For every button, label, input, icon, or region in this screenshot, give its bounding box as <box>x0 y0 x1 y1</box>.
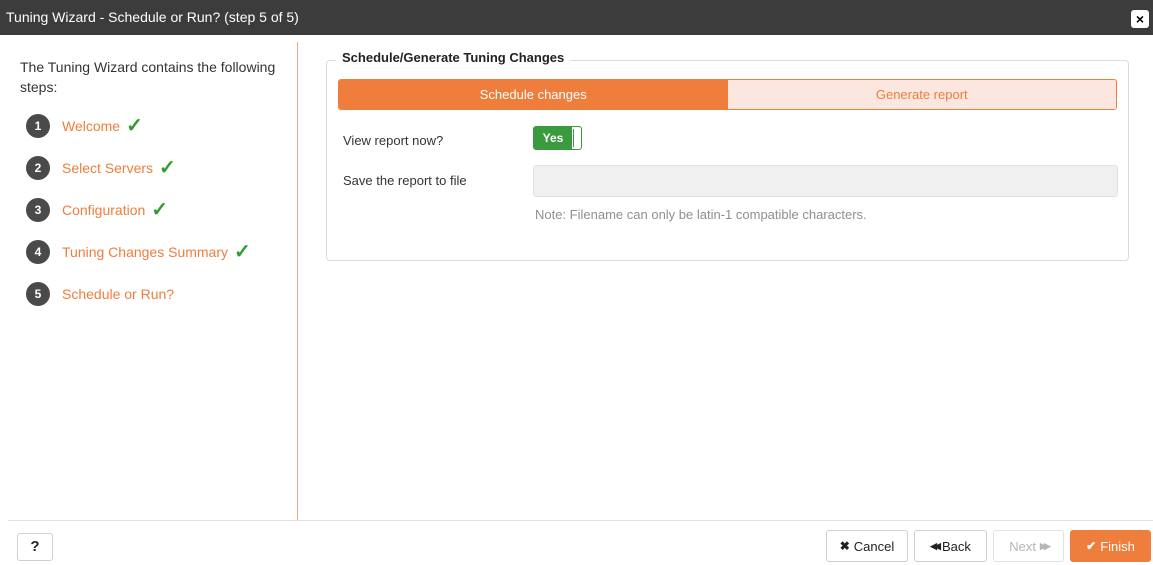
back-button[interactable]: ◀◀ Back <box>914 530 987 562</box>
finish-button[interactable]: ✔ Finish <box>1070 530 1151 562</box>
view-report-label: View report now? <box>343 133 444 148</box>
step-label: Welcome <box>62 118 121 134</box>
step-schedule-or-run: 5 Schedule or Run? <box>26 280 174 308</box>
steps-sidebar: The Tuning Wizard contains the following… <box>8 42 298 520</box>
close-icon[interactable]: × <box>1131 10 1149 28</box>
dialog-title: Tuning Wizard - Schedule or Run? (step 5… <box>6 9 299 25</box>
toggle-knob <box>573 129 579 147</box>
next-button[interactable]: Next ▶▶ <box>993 530 1064 562</box>
filename-note: Note: Filename can only be latin-1 compa… <box>535 207 867 222</box>
step-label: Configuration <box>62 202 146 218</box>
save-report-label: Save the report to file <box>343 173 467 188</box>
checkmark-icon: ✔ <box>1086 539 1097 553</box>
step-welcome: 1 Welcome ✓ <box>26 112 143 140</box>
cancel-button[interactable]: ✖ Cancel <box>826 530 908 562</box>
section-title: Schedule/Generate Tuning Changes <box>336 50 571 65</box>
tuning-wizard-dialog: Tuning Wizard - Schedule or Run? (step 5… <box>0 0 1153 565</box>
title-bar: Tuning Wizard - Schedule or Run? (step 5… <box>0 0 1153 35</box>
step-label: Tuning Changes Summary <box>62 244 229 260</box>
fast-forward-icon: ▶▶ <box>1039 540 1051 551</box>
step-number: 2 <box>26 156 50 180</box>
step-number: 3 <box>26 198 50 222</box>
fast-backward-icon: ◀◀ <box>930 540 941 551</box>
step-select-servers: 2 Select Servers ✓ <box>26 154 176 182</box>
help-button[interactable]: ? <box>17 533 53 561</box>
tab-generate-report[interactable]: Generate report <box>727 80 1116 109</box>
toggle-yes-label: Yes <box>534 127 572 149</box>
step-label: Select Servers <box>62 160 154 176</box>
back-label: Back <box>941 538 971 554</box>
finish-label: Finish <box>1100 538 1135 554</box>
step-number: 1 <box>26 114 50 138</box>
checkmark-icon: ✓ <box>234 241 251 263</box>
step-label: Schedule or Run? <box>62 286 175 302</box>
steps-intro: The Tuning Wizard contains the following… <box>20 59 276 95</box>
next-label: Next <box>1009 538 1036 554</box>
footer-divider <box>8 520 1153 521</box>
close-icon: ✖ <box>839 539 850 553</box>
step-configuration: 3 Configuration ✓ <box>26 196 168 224</box>
view-report-toggle[interactable]: Yes <box>533 126 582 150</box>
step-number: 5 <box>26 282 50 306</box>
checkmark-icon: ✓ <box>151 199 169 221</box>
mode-tabs: Schedule changes Generate report <box>338 79 1117 110</box>
tab-schedule-changes[interactable]: Schedule changes <box>339 80 728 109</box>
step-number: 4 <box>26 240 50 264</box>
cancel-label: Cancel <box>853 538 895 554</box>
save-report-file-input[interactable] <box>533 165 1118 197</box>
step-tuning-changes-summary: 4 Tuning Changes Summary ✓ <box>26 238 251 266</box>
checkmark-icon: ✓ <box>126 115 143 137</box>
checkmark-icon: ✓ <box>159 157 176 179</box>
